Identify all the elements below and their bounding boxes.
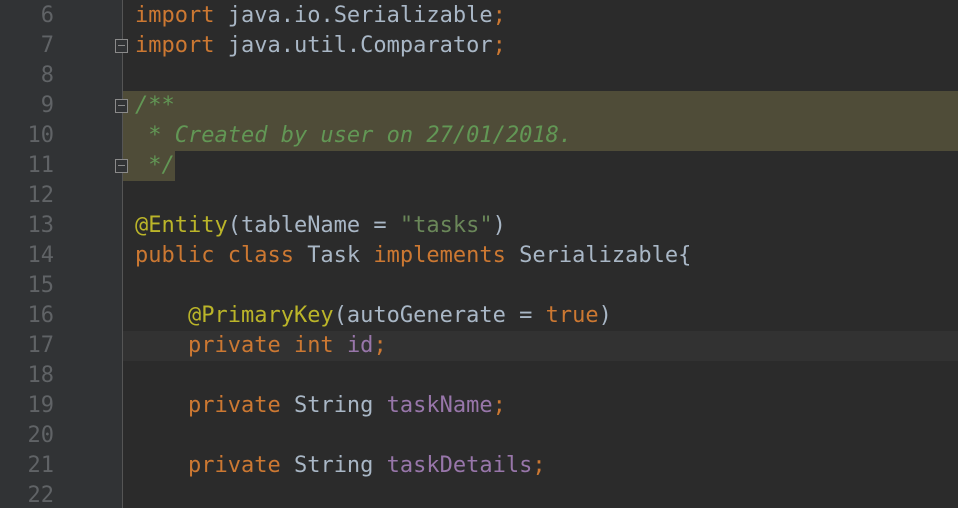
- code-token: "tasks": [399, 213, 493, 238]
- code-editor[interactable]: 6 7 8 9 10 11 12 13 14 15 16 17 18 19 20 21 22 import ja…: [0, 0, 958, 508]
- line-number[interactable]: 18: [0, 361, 55, 391]
- line-number[interactable]: 22: [0, 481, 55, 508]
- line-number[interactable]: 6: [0, 1, 54, 31]
- code-token: String: [293, 393, 387, 418]
- code-token: (autoGenerate =: [333, 303, 546, 328]
- line-number[interactable]: 10: [0, 121, 55, 151]
- code-token: private int: [187, 333, 347, 358]
- code-line[interactable]: [123, 271, 958, 301]
- code-token: ;: [492, 3, 506, 28]
- line-number[interactable]: 19: [0, 391, 55, 421]
- code-token: ;: [373, 333, 387, 358]
- code-token: String: [293, 453, 387, 478]
- line-number[interactable]: 20: [0, 421, 55, 451]
- line-number-gutter[interactable]: 6 7 8 9 10 11 12 13 14 15 16 17 18 19 20 21 22: [0, 0, 122, 508]
- line-number[interactable]: 11: [0, 151, 55, 181]
- code-line[interactable]: */: [123, 151, 958, 181]
- line-number[interactable]: 8: [0, 61, 54, 91]
- caret-line[interactable]: private int id;: [123, 331, 958, 361]
- code-token: public class: [135, 243, 308, 268]
- code-token: * Created by user on 27/01/2018.: [135, 123, 573, 148]
- code-token: true: [545, 303, 599, 328]
- code-line[interactable]: public class Task implements Serializabl…: [123, 241, 958, 271]
- line-number[interactable]: 13: [0, 211, 55, 241]
- code-token: taskName: [386, 393, 493, 418]
- code-token: import: [135, 3, 215, 28]
- fold-marker-icon[interactable]: [115, 39, 128, 53]
- line-number[interactable]: 7: [0, 31, 54, 61]
- code-token: Serializable{: [519, 243, 692, 268]
- fold-marker-icon[interactable]: [115, 159, 128, 173]
- code-line[interactable]: private String taskName;: [123, 391, 958, 421]
- fold-marker-icon[interactable]: [115, 99, 128, 113]
- code-token: @Entity: [135, 213, 228, 238]
- code-line[interactable]: private String taskDetails;: [123, 451, 958, 481]
- code-token: private: [187, 453, 294, 478]
- line-number[interactable]: 9: [0, 91, 54, 121]
- line-number[interactable]: 15: [0, 271, 55, 301]
- code-token: (tableName =: [227, 213, 400, 238]
- code-token: ): [598, 303, 612, 328]
- code-token: ;: [532, 453, 546, 478]
- code-token: ;: [492, 393, 506, 418]
- code-token: private: [187, 393, 294, 418]
- code-line[interactable]: /**: [123, 91, 958, 121]
- code-token: taskDetails: [386, 453, 533, 478]
- code-token: java.io.Serializable: [214, 3, 493, 28]
- code-token: ): [492, 213, 506, 238]
- code-line[interactable]: [123, 361, 958, 391]
- code-token: java.util.Comparator: [214, 33, 493, 58]
- code-token: implements: [373, 243, 520, 268]
- code-line[interactable]: @Entity(tableName = "tasks"): [123, 211, 958, 241]
- code-line[interactable]: @PrimaryKey(autoGenerate = true): [123, 301, 958, 331]
- code-token: ;: [492, 33, 506, 58]
- code-line[interactable]: [123, 181, 958, 211]
- code-line[interactable]: [123, 421, 958, 451]
- line-number[interactable]: 14: [0, 241, 55, 271]
- code-token: @PrimaryKey: [187, 303, 334, 328]
- code-line[interactable]: import java.util.Comparator;: [123, 31, 958, 61]
- code-line[interactable]: [123, 61, 958, 91]
- code-line[interactable]: [123, 481, 958, 508]
- line-number[interactable]: 17: [0, 331, 55, 361]
- line-number[interactable]: 16: [0, 301, 55, 331]
- code-token: */: [135, 153, 175, 178]
- code-token: /**: [135, 93, 175, 118]
- code-token: Task: [307, 243, 374, 268]
- code-line[interactable]: * Created by user on 27/01/2018.: [123, 121, 958, 151]
- line-number[interactable]: 12: [0, 181, 55, 211]
- code-token: import: [135, 33, 215, 58]
- code-token: id: [346, 333, 374, 358]
- line-number[interactable]: 21: [0, 451, 55, 481]
- code-line[interactable]: import java.io.Serializable;: [123, 1, 958, 31]
